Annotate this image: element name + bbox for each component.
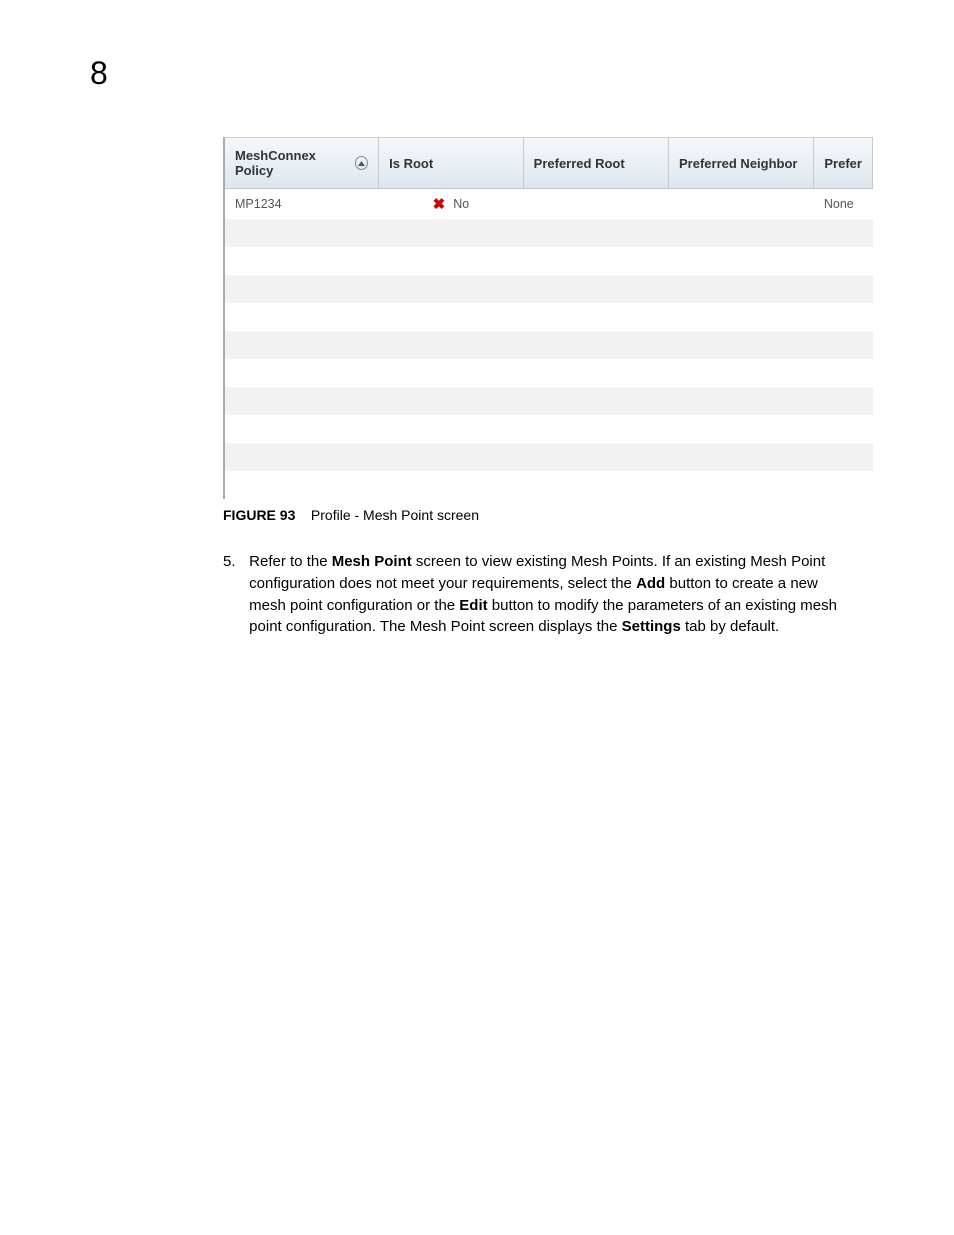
cell-policy bbox=[225, 387, 379, 415]
chapter-number: 8 bbox=[90, 55, 108, 92]
table-row[interactable] bbox=[225, 219, 873, 247]
cell-prefroot bbox=[523, 219, 668, 247]
table-row[interactable] bbox=[225, 387, 873, 415]
cell-policy bbox=[225, 471, 379, 499]
cell-isroot bbox=[379, 415, 524, 443]
text-run: tab by default. bbox=[681, 618, 779, 635]
cell-prefneighbor bbox=[669, 275, 814, 303]
figure-caption-text: Profile - Mesh Point screen bbox=[311, 507, 479, 523]
sort-asc-icon[interactable] bbox=[355, 156, 368, 170]
column-header-prefneighbor[interactable]: Preferred Neighbor bbox=[669, 138, 814, 189]
table-row[interactable] bbox=[225, 415, 873, 443]
cell-policy: MP1234 bbox=[225, 189, 379, 220]
cell-prefneighbor bbox=[669, 331, 814, 359]
cell-prefneighbor bbox=[669, 443, 814, 471]
table-row[interactable] bbox=[225, 331, 873, 359]
cell-prefroot bbox=[523, 415, 668, 443]
column-header-policy[interactable]: MeshConnex Policy bbox=[225, 138, 379, 189]
cell-prefer bbox=[814, 415, 873, 443]
cell-prefer bbox=[814, 471, 873, 499]
cell-prefneighbor bbox=[669, 359, 814, 387]
cell-prefroot bbox=[523, 275, 668, 303]
column-header-prefroot[interactable]: Preferred Root bbox=[523, 138, 668, 189]
cell-isroot: ✖ No bbox=[379, 189, 524, 220]
table-row[interactable]: MP1234 ✖ No None bbox=[225, 189, 873, 220]
bold-settings: Settings bbox=[622, 618, 681, 635]
table-row[interactable] bbox=[225, 359, 873, 387]
column-header-label: MeshConnex Policy bbox=[235, 148, 351, 178]
column-header-isroot[interactable]: Is Root bbox=[379, 138, 524, 189]
cell-prefer bbox=[814, 443, 873, 471]
cell-prefer bbox=[814, 219, 873, 247]
bold-mesh-point: Mesh Point bbox=[332, 553, 412, 570]
cell-prefneighbor bbox=[669, 387, 814, 415]
cell-prefer bbox=[814, 303, 873, 331]
cell-prefer bbox=[814, 387, 873, 415]
cell-isroot bbox=[379, 443, 524, 471]
cell-isroot bbox=[379, 331, 524, 359]
cell-prefer bbox=[814, 331, 873, 359]
cell-prefneighbor bbox=[669, 189, 814, 220]
cell-prefroot bbox=[523, 303, 668, 331]
cell-isroot bbox=[379, 303, 524, 331]
figure-label: FIGURE 93 bbox=[223, 507, 295, 523]
step-5: 5. Refer to the Mesh Point screen to vie… bbox=[223, 551, 873, 638]
figure-caption: FIGURE 93 Profile - Mesh Point screen bbox=[223, 507, 873, 523]
cell-isroot bbox=[379, 359, 524, 387]
cell-policy bbox=[225, 331, 379, 359]
cell-policy bbox=[225, 275, 379, 303]
table-row[interactable] bbox=[225, 443, 873, 471]
cell-policy bbox=[225, 359, 379, 387]
cell-isroot bbox=[379, 471, 524, 499]
cell-prefroot bbox=[523, 387, 668, 415]
cell-prefroot bbox=[523, 247, 668, 275]
cell-prefneighbor bbox=[669, 303, 814, 331]
cell-policy bbox=[225, 415, 379, 443]
column-header-prefer[interactable]: Prefer bbox=[814, 138, 873, 189]
x-icon: ✖ bbox=[433, 195, 446, 213]
cell-policy bbox=[225, 247, 379, 275]
cell-prefroot bbox=[523, 471, 668, 499]
cell-prefer bbox=[814, 275, 873, 303]
cell-prefer: None bbox=[814, 189, 873, 220]
cell-isroot bbox=[379, 247, 524, 275]
cell-isroot bbox=[379, 387, 524, 415]
cell-prefroot bbox=[523, 443, 668, 471]
step-text: Refer to the Mesh Point screen to view e… bbox=[249, 551, 849, 638]
cell-isroot bbox=[379, 275, 524, 303]
cell-prefroot bbox=[523, 331, 668, 359]
cell-prefneighbor bbox=[669, 219, 814, 247]
cell-prefroot bbox=[523, 189, 668, 220]
table-header-row: MeshConnex Policy Is Root Preferred Root… bbox=[225, 138, 873, 189]
table-row[interactable] bbox=[225, 247, 873, 275]
cell-prefneighbor bbox=[669, 415, 814, 443]
table-row[interactable] bbox=[225, 471, 873, 499]
table-row[interactable] bbox=[225, 275, 873, 303]
cell-prefneighbor bbox=[669, 247, 814, 275]
cell-prefroot bbox=[523, 359, 668, 387]
mesh-point-table: MeshConnex Policy Is Root Preferred Root… bbox=[223, 137, 873, 499]
cell-isroot bbox=[379, 219, 524, 247]
isroot-text: No bbox=[453, 197, 469, 211]
cell-prefer bbox=[814, 247, 873, 275]
cell-prefer bbox=[814, 359, 873, 387]
cell-prefneighbor bbox=[669, 471, 814, 499]
text-run: Refer to the bbox=[249, 553, 332, 570]
cell-policy bbox=[225, 443, 379, 471]
cell-policy bbox=[225, 303, 379, 331]
table-row[interactable] bbox=[225, 303, 873, 331]
bold-edit: Edit bbox=[459, 597, 487, 614]
bold-add: Add bbox=[636, 575, 665, 592]
step-number: 5. bbox=[223, 551, 245, 573]
cell-policy bbox=[225, 219, 379, 247]
